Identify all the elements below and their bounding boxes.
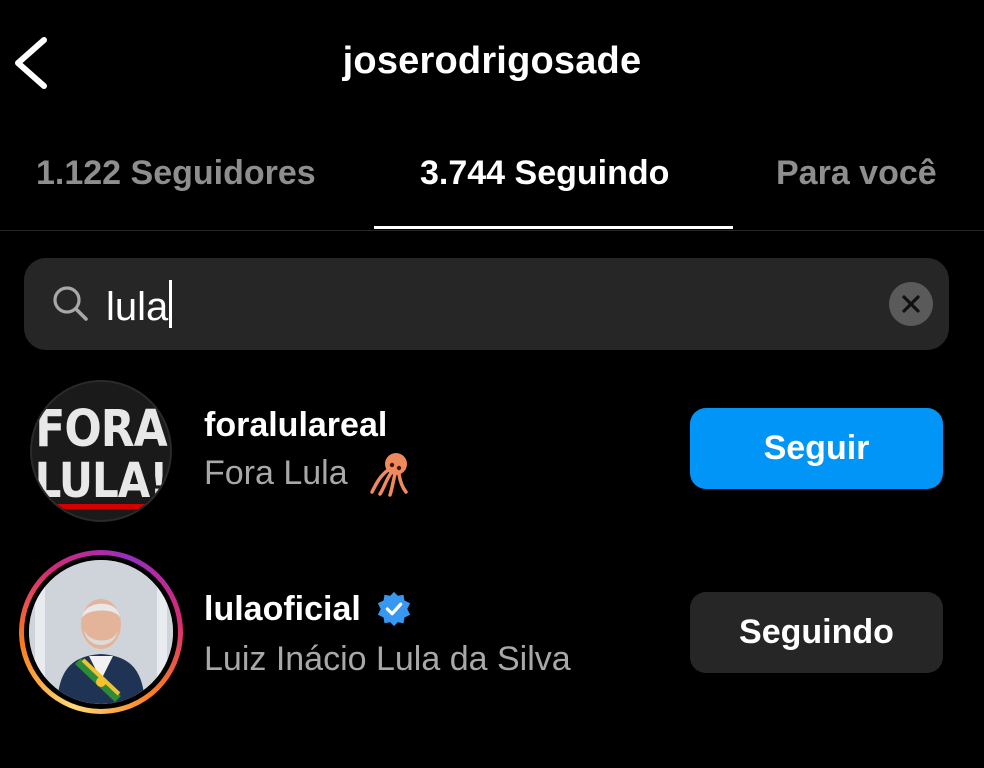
avatar-logo-text: FORA (35, 400, 167, 459)
tab-seguidores[interactable]: 1.122 Seguidores (36, 154, 316, 193)
search-input-value: lula (106, 285, 169, 329)
text-caret (169, 280, 173, 328)
search-icon (53, 286, 88, 321)
clear-search-button[interactable] (889, 282, 933, 326)
tab-para-voce[interactable]: Para você (776, 154, 937, 193)
username[interactable]: foralulareal (204, 406, 387, 445)
username[interactable]: lulaoficial (204, 590, 361, 629)
tab-bar: 1.122 Seguidores 3.744 Seguindo Para voc… (0, 130, 984, 231)
follow-button[interactable]: Seguir (690, 408, 943, 489)
avatar-logo-underline (56, 504, 150, 509)
search-bar[interactable]: lula (24, 258, 949, 350)
page-title: joserodrigosade (342, 40, 642, 82)
following-button[interactable]: Seguindo (690, 592, 943, 673)
active-tab-indicator (374, 226, 733, 229)
list-item[interactable]: lulaoficial Luiz Inácio Lula da Silva Se… (0, 548, 984, 714)
top-bar: joserodrigosade (0, 0, 984, 128)
squid-emoji-icon (370, 453, 408, 497)
verified-badge-icon (377, 591, 411, 627)
avatar (29, 560, 173, 704)
full-name: Fora Lula (204, 454, 348, 492)
story-ring[interactable] (19, 550, 183, 714)
avatar[interactable]: FORA LULA! (30, 380, 172, 522)
avatar-logo-text: LULA! (34, 452, 169, 509)
tab-seguindo[interactable]: 3.744 Seguindo (420, 154, 669, 193)
search-input[interactable]: lula (106, 280, 173, 330)
portrait-image (29, 560, 173, 704)
list-item[interactable]: FORA LULA! foralulareal Fora Lula Seguir (0, 372, 984, 532)
clear-circle-icon (902, 295, 920, 313)
full-name: Luiz Inácio Lula da Silva (204, 640, 571, 678)
